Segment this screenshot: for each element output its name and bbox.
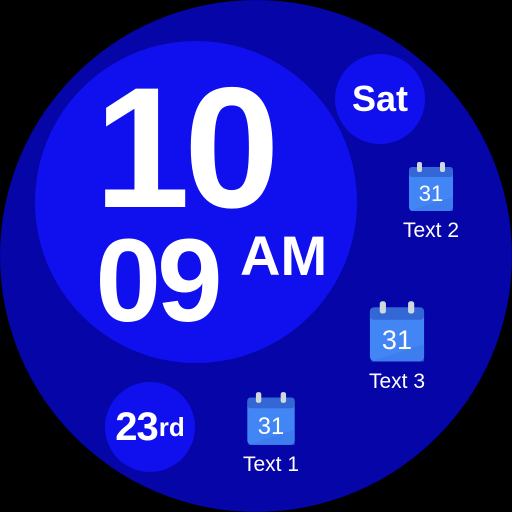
complication-text-2[interactable]: 31 Text 2 xyxy=(386,161,476,243)
calendar-icon: 31 xyxy=(245,391,297,447)
calendar-icon: 31 xyxy=(407,161,455,213)
complication-text-1[interactable]: 31 Text 1 xyxy=(226,391,316,477)
complication-label: Text 3 xyxy=(368,370,426,393)
watch-face: 10 09 AM Sat 23rd 31 Text 2 31 Text 3 31… xyxy=(0,0,512,512)
ampm-indicator: AM xyxy=(240,224,328,287)
svg-text:31: 31 xyxy=(419,181,443,206)
complication-label: Text 1 xyxy=(242,453,300,476)
day-of-week-badge: Sat xyxy=(335,54,425,144)
svg-text:31: 31 xyxy=(258,414,284,440)
svg-text:31: 31 xyxy=(382,324,412,355)
minute-display: 09 xyxy=(95,215,222,347)
date-number: 23 xyxy=(115,404,158,449)
hour-display: 10 xyxy=(94,52,279,244)
complication-text-3[interactable]: 31 Text 3 xyxy=(352,300,442,394)
day-of-week-label: Sat xyxy=(351,78,409,119)
calendar-icon: 31 xyxy=(367,300,427,364)
complication-label: Text 2 xyxy=(402,219,460,242)
date-suffix: rd xyxy=(158,411,185,442)
date-badge: 23rd xyxy=(105,382,195,472)
